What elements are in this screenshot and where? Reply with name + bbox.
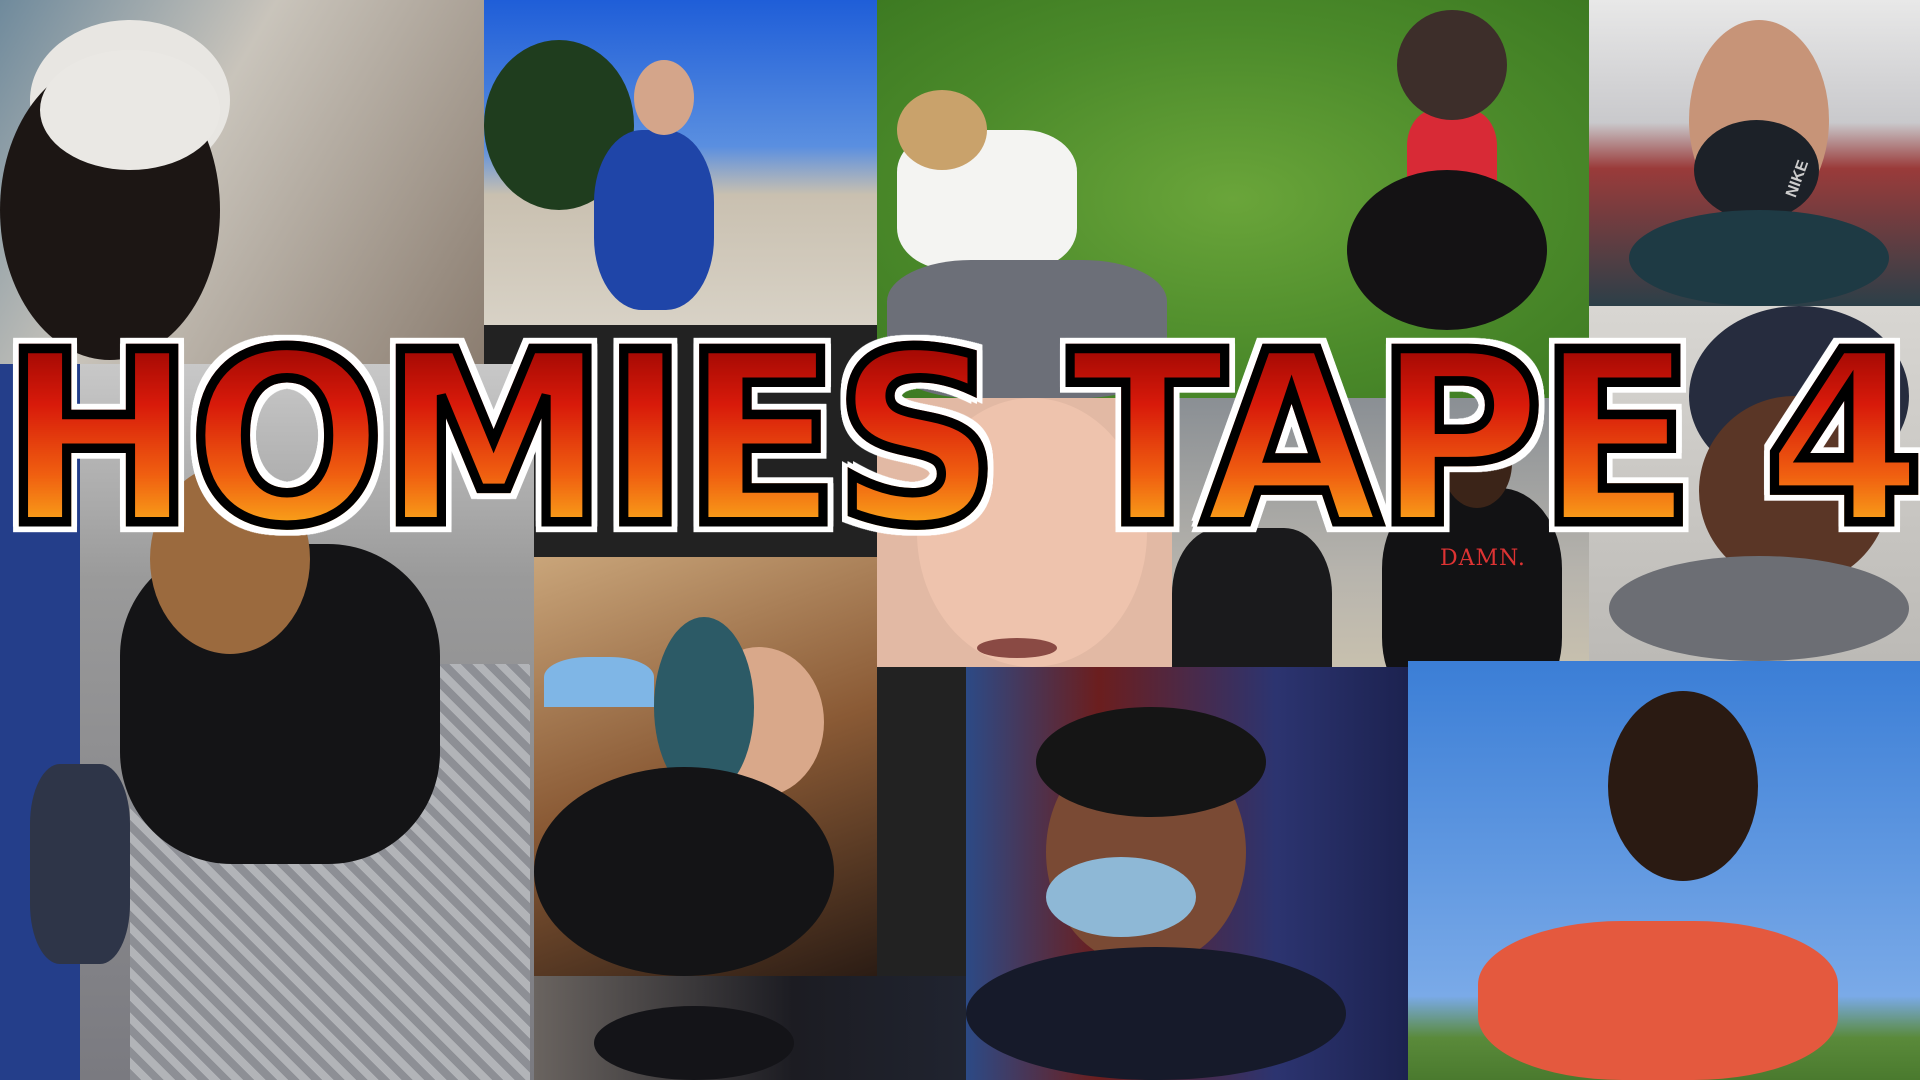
photo-boy-blue-jacket-outdoor bbox=[484, 0, 877, 325]
video-title: HOMIES TAPE 4 bbox=[0, 301, 1920, 578]
photo-guy-blue-mask-smiling bbox=[966, 667, 1408, 1080]
photo-guy-black-mask-cafeteria: NIKE bbox=[1589, 0, 1920, 306]
photo-girl-teal-hair bbox=[534, 557, 877, 976]
photo-dark-bottom bbox=[534, 976, 966, 1080]
title-banner: HOMIES TAPE 4 bbox=[0, 300, 1920, 580]
photo-guy-red-shirt-field bbox=[1408, 661, 1920, 1080]
